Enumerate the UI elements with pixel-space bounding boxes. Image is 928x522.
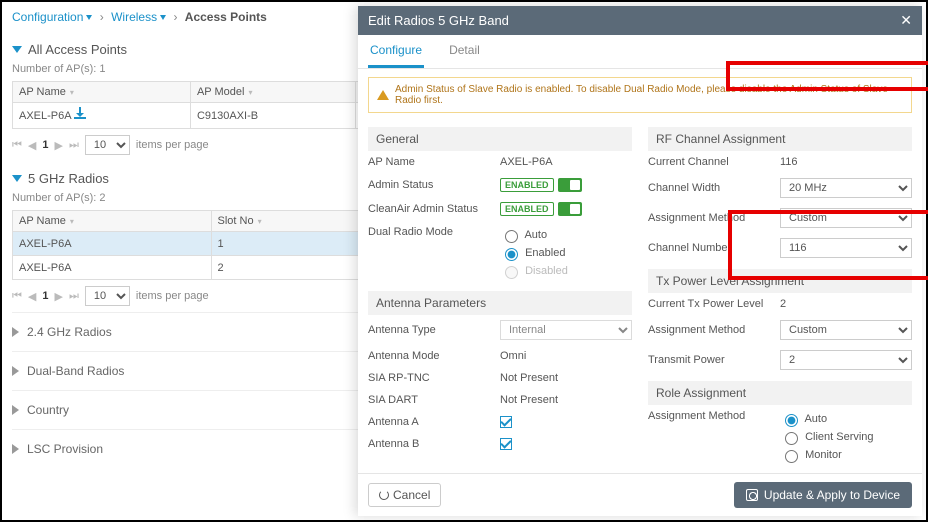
crumb-wireless[interactable]: Wireless [111,10,166,24]
edit-radio-modal: Edit Radios 5 GHz Band ✕ Configure Detai… [358,6,922,516]
apply-button[interactable]: Update & Apply to Device [734,482,912,508]
pager-first-icon[interactable]: ⏮ [12,139,22,152]
pager-next-icon[interactable]: ▶ [55,290,63,303]
pager-next-icon[interactable]: ▶ [55,139,63,152]
group-role: Role Assignment [648,381,912,405]
channel-number-select[interactable]: 116 [780,238,912,258]
dual-mode-enabled[interactable]: Enabled [500,244,568,262]
transmit-power-select[interactable]: 2 [780,350,912,370]
pager-prev-icon[interactable]: ◀ [28,139,36,152]
cancel-button[interactable]: Cancel [368,483,441,507]
dual-radio-mode-group: Auto Enabled Disabled [500,226,568,280]
pager-size-select[interactable]: 10 [85,135,130,155]
modal-tabs: Configure Detail [358,35,922,69]
group-rf: RF Channel Assignment [648,127,912,151]
antenna-a-checkbox[interactable] [500,416,512,428]
crumb-access-points: Access Points [185,10,267,24]
group-general: General [368,127,632,151]
tx-method-select[interactable]: Custom [780,320,912,340]
tab-detail[interactable]: Detail [447,35,482,65]
chevron-right-icon [12,366,19,376]
rf-method-select[interactable]: Custom [780,208,912,228]
role-auto[interactable]: Auto [780,410,874,428]
group-tx: Tx Power Level Assignment [648,269,912,293]
dual-mode-disabled: Disabled [500,262,568,280]
col-name[interactable]: AP Name▾ [13,211,212,232]
col-ap-model[interactable]: AP Model▾ [190,82,355,103]
chevron-right-icon [12,327,19,337]
col-ap-name[interactable]: AP Name▾ [13,82,191,103]
cancel-icon [379,490,389,500]
modal-footer: Cancel Update & Apply to Device [358,473,922,516]
pager-label: items per page [136,139,209,151]
antenna-b-checkbox[interactable] [500,438,512,450]
chevron-right-icon [12,405,19,415]
chevron-right-icon [12,444,19,454]
pager-label: items per page [136,290,209,302]
pager-last-icon[interactable]: ⏭ [69,290,79,303]
warning-icon [377,90,389,100]
ap-name-value: AXEL-P6A [500,156,632,168]
chevron-down-icon [12,46,22,53]
chevron-right-icon: › [169,10,181,24]
apply-icon [746,489,758,501]
chevron-right-icon: › [96,10,108,24]
chevron-down-icon [86,15,92,20]
col-slot[interactable]: Slot No▾ [211,211,378,232]
dual-mode-auto[interactable]: Auto [500,226,568,244]
crumb-configuration[interactable]: Configuration [12,10,92,24]
warning-banner: Admin Status of Slave Radio is enabled. … [368,77,912,113]
modal-header: Edit Radios 5 GHz Band ✕ [358,6,922,35]
pager-prev-icon[interactable]: ◀ [28,290,36,303]
pager-first-icon[interactable]: ⏮ [12,290,22,303]
antenna-type-select: Internal [500,320,632,340]
tab-configure[interactable]: Configure [368,35,424,68]
role-method-group: Auto Client Serving Monitor [780,410,874,464]
pager-last-icon[interactable]: ⏭ [69,139,79,152]
admin-status-toggle[interactable]: ENABLED [500,178,582,192]
cleanair-toggle[interactable]: ENABLED [500,202,582,216]
channel-width-select[interactable]: 20 MHz [780,178,912,198]
role-monitor[interactable]: Monitor [780,446,874,464]
chevron-down-icon [12,175,22,182]
modal-title: Edit Radios 5 GHz Band [368,13,509,28]
close-icon[interactable]: ✕ [900,12,912,29]
pager-size-select[interactable]: 10 [85,286,130,306]
role-client[interactable]: Client Serving [780,428,874,446]
chevron-down-icon [160,15,166,20]
download-icon[interactable] [74,109,86,119]
group-antenna: Antenna Parameters [368,291,632,315]
